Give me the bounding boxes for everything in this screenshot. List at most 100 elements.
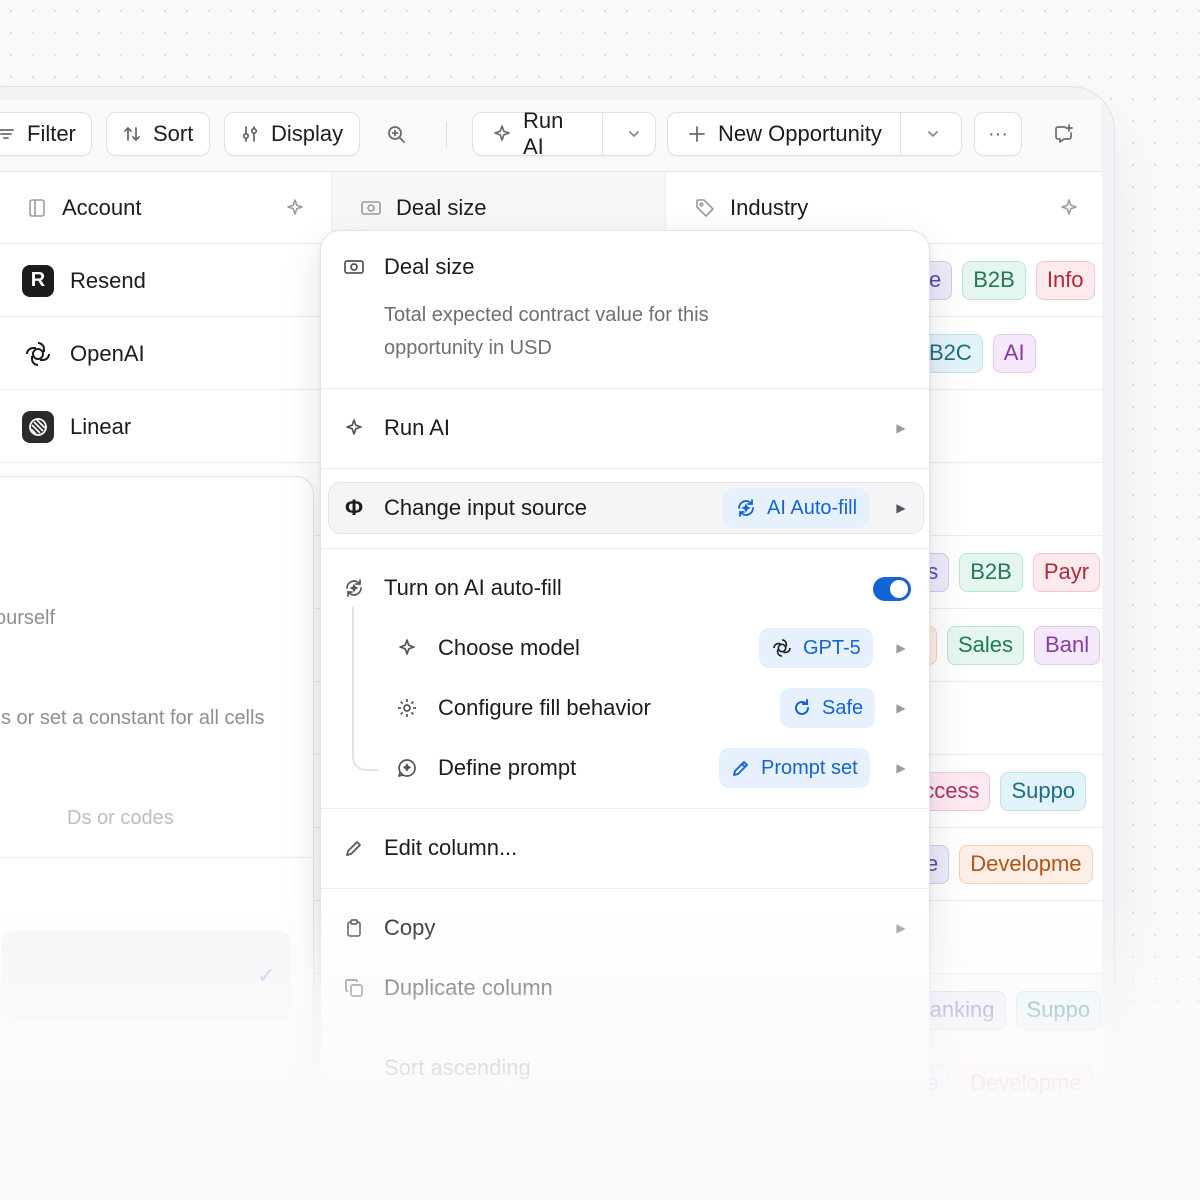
pencil-icon: [731, 758, 751, 778]
menu-item-configure-fill[interactable]: Configure fill behavior Safe ▶: [321, 678, 931, 738]
menu-item-label: Edit column...: [384, 835, 518, 860]
industry-tag[interactable]: Suppo: [1000, 772, 1087, 811]
industry-tags: s Sales Banl: [904, 609, 1101, 682]
function-icon: Φ: [344, 495, 364, 520]
account-name: Resend: [70, 267, 146, 293]
filter-icon: [0, 123, 17, 145]
chat-sparkle-icon: [396, 757, 418, 779]
input-source-panel: ourself s or set a constant for all cell…: [0, 476, 315, 1196]
openai-logo-icon: [771, 637, 793, 659]
industry-tag[interactable]: B2B: [962, 261, 1026, 300]
industry-tags: Banking Suppo: [904, 974, 1102, 1047]
industry-tag[interactable]: B2B: [959, 553, 1023, 592]
menu-item-copy[interactable]: Copy ▶: [321, 898, 931, 958]
prompt-chip: Prompt set: [719, 748, 870, 788]
industry-tag[interactable]: Developme: [959, 1064, 1093, 1103]
ai-autofill-toggle[interactable]: [873, 577, 911, 601]
new-opportunity-button[interactable]: New Opportunity: [667, 112, 962, 156]
pencil-icon: [343, 837, 365, 859]
menu-item-label: Sort ascending: [384, 1055, 531, 1080]
chip-label: AI Auto-fill: [767, 496, 858, 519]
menu-item-label: Choose model: [438, 635, 580, 660]
toggle-knob: [890, 580, 908, 598]
account-cell[interactable]: OpenAI: [0, 317, 332, 390]
menu-divider: [321, 808, 931, 809]
menu-header: Deal size: [321, 237, 931, 297]
display-button[interactable]: Display: [224, 112, 360, 156]
account-name: OpenAI: [70, 340, 145, 366]
menu-item-ai-autofill[interactable]: Turn on AI auto-fill: [321, 558, 931, 618]
industry-tags: B2C AI: [918, 317, 1036, 390]
input-source-chip: AI Auto-fill: [723, 488, 870, 528]
duplicate-icon: [343, 977, 365, 999]
model-chip: GPT-5: [759, 628, 873, 668]
industry-tag[interactable]: Developme: [959, 845, 1093, 884]
sparkle-icon[interactable]: [1058, 197, 1080, 219]
menu-title: Deal size: [384, 254, 475, 279]
industry-tag[interactable]: Banl: [1034, 626, 1101, 665]
menu-item-label: Duplicate column: [384, 975, 553, 1000]
chevron-down-icon[interactable]: [613, 113, 655, 155]
menu-item-run-ai[interactable]: Run AI ▶: [321, 398, 931, 458]
sort-label: Sort: [153, 121, 194, 146]
panel-option-text: s or set a constant for all cells: [1, 707, 265, 729]
filter-button[interactable]: Filter: [0, 112, 92, 156]
menu-item-define-prompt[interactable]: Define prompt Prompt set ▶: [321, 738, 931, 798]
chevron-down-icon[interactable]: [911, 113, 955, 155]
chip-label: GPT-5: [803, 636, 861, 659]
chevron-right-icon: ▶: [896, 421, 906, 435]
sparkle-icon: [396, 637, 418, 659]
menu-divider: [321, 468, 931, 469]
chevron-right-icon: ▶: [896, 761, 906, 775]
run-ai-main[interactable]: Run AI: [473, 108, 604, 159]
filter-label: Filter: [27, 121, 76, 146]
account-cell[interactable]: Linear: [0, 390, 332, 463]
new-opportunity-label: New Opportunity: [718, 121, 882, 146]
menu-item-sort-ascending[interactable]: Sort ascending: [321, 1038, 931, 1098]
industry-tags: es B2B Payr: [904, 536, 1101, 609]
chevron-right-icon: ▶: [896, 701, 906, 715]
menu-item-duplicate-column[interactable]: Duplicate column: [321, 958, 931, 1018]
money-icon: [360, 197, 382, 219]
menu-divider: [321, 388, 931, 389]
menu-item-label: Change input source: [384, 495, 588, 520]
sliders-icon: [239, 123, 261, 145]
industry-tag[interactable]: Info: [1035, 261, 1095, 300]
menu-item-change-input-source[interactable]: Φ Change input source AI Auto-fill ▶: [321, 478, 931, 538]
industry-tags: se Developme: [904, 828, 1093, 901]
gear-sparkle-icon: [396, 697, 418, 719]
column-header-account[interactable]: Account: [0, 172, 332, 244]
sparkle-icon: [343, 417, 365, 439]
menu-item-edit-column[interactable]: Edit column...: [321, 818, 931, 878]
sort-button[interactable]: Sort: [106, 112, 210, 156]
panel-selected-option[interactable]: [1, 931, 291, 1021]
menu-divider: [321, 1028, 931, 1029]
menu-item-label: Define prompt: [438, 755, 577, 780]
sparkle-icon: [491, 123, 513, 145]
chevron-right-icon: ▶: [896, 921, 906, 935]
column-context-menu: Deal size Total expected contract value …: [320, 230, 931, 1200]
sidebar-panel-icon: [26, 197, 48, 219]
comment-add-icon[interactable]: [1042, 112, 1086, 156]
industry-tag[interactable]: Suppo: [1015, 991, 1102, 1030]
new-opportunity-main[interactable]: New Opportunity: [668, 113, 901, 155]
sparkle-icon[interactable]: [284, 197, 306, 219]
ai-search-icon[interactable]: [375, 112, 419, 156]
menu-item-choose-model[interactable]: Choose model GPT-5 ▶: [321, 618, 931, 678]
toolbar-divider: [446, 122, 447, 148]
menu-divider: [321, 888, 931, 889]
refresh-icon: [792, 698, 812, 718]
sort-arrows-icon: [121, 123, 143, 145]
industry-tags: e B2B Info: [918, 244, 1095, 317]
run-ai-button[interactable]: Run AI: [472, 108, 656, 159]
account-cell[interactable]: R Resend: [0, 244, 332, 317]
industry-tag[interactable]: Sales: [947, 626, 1025, 665]
ellipsis-icon: ···: [988, 123, 1008, 145]
toolbar: Filter Sort Display Run AI New Opportuni…: [0, 100, 1102, 172]
more-options-button[interactable]: ···: [974, 112, 1022, 156]
menu-description: Total expected contract value for this o…: [384, 304, 709, 359]
chevron-right-icon: ▶: [896, 641, 906, 655]
industry-tag[interactable]: Payr: [1032, 553, 1101, 592]
industry-tag[interactable]: AI: [992, 334, 1036, 373]
panel-option-text: ourself: [0, 607, 56, 629]
